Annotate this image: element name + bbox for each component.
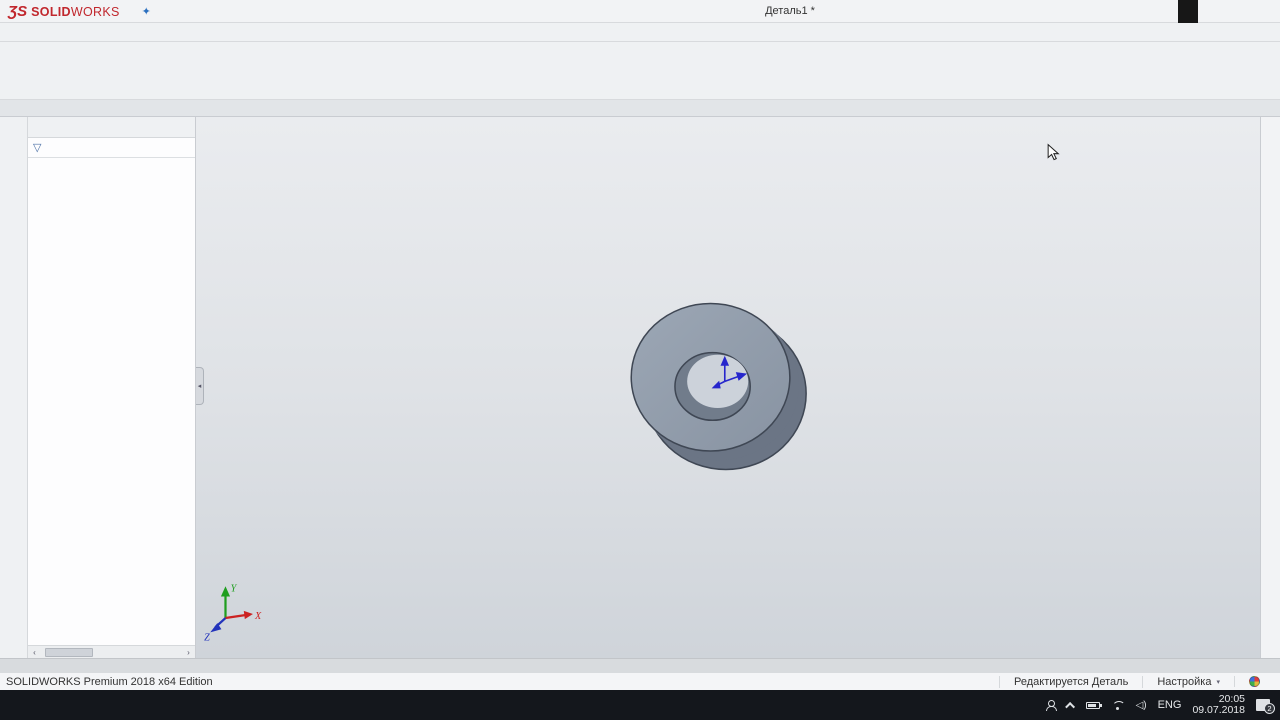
screen-recorder-bar [1178, 0, 1198, 23]
task-pane-tab-strip [1260, 117, 1280, 658]
tray-expand-chevron-icon[interactable] [1065, 701, 1075, 711]
wifi-icon[interactable] [1111, 701, 1125, 710]
left-flyout-toolbars [0, 117, 28, 658]
main-area: ▽ ‹ › [0, 117, 1280, 658]
feature-tree [28, 158, 195, 645]
command-manager-tabs [0, 100, 1280, 117]
config-dropdown-arrow: ▾ [1216, 678, 1220, 686]
mouse-cursor [1048, 145, 1058, 160]
pin-menubar-icon[interactable]: ✦ [134, 5, 159, 18]
3d-viewport-canvas[interactable]: Y X Z [196, 117, 1280, 658]
filter-funnel-icon: ▽ [33, 141, 41, 154]
battery-icon[interactable] [1086, 702, 1100, 709]
language-indicator[interactable]: ENG [1158, 699, 1182, 711]
status-right: Редактируется Деталь Настройка▾ [999, 676, 1274, 688]
svg-text:X: X [254, 611, 262, 622]
model-animation-tabs [0, 658, 1280, 673]
solidworks-logo: ƷSSOLIDWORKS [0, 3, 134, 20]
notification-center-icon[interactable]: 2 [1256, 699, 1270, 711]
status-edition-text: SOLIDWORKS Premium 2018 x64 Edition [6, 676, 213, 688]
windows-taskbar: ◁) ENG 20:05 09.07.2018 2 [0, 690, 1280, 720]
svg-text:Y: Y [231, 583, 238, 594]
panel-horizontal-scrollbar[interactable]: ‹ › [28, 645, 195, 658]
solidworks-window: ƷSSOLIDWORKS ✦ Деталь1 * ▽ ‹ › [0, 0, 1280, 720]
status-globe[interactable] [1234, 676, 1274, 687]
scroll-left-arrow[interactable]: ‹ [28, 648, 41, 657]
titlebar: ƷSSOLIDWORKS ✦ Деталь1 * [0, 0, 1280, 23]
volume-icon[interactable]: ◁) [1136, 700, 1147, 711]
filter-input[interactable] [46, 142, 190, 153]
feature-tree-filter: ▽ [28, 138, 195, 158]
panel-splitter-handle[interactable]: ◂ [196, 367, 204, 405]
scrollbar-thumb[interactable] [45, 648, 93, 657]
corner-reference-triad: Y X Z [204, 583, 262, 643]
status-bar: SOLIDWORKS Premium 2018 x64 Edition Реда… [0, 673, 1280, 690]
clock[interactable]: 20:05 09.07.2018 [1192, 694, 1245, 716]
graphics-viewport[interactable]: Y X Z ◂ [196, 117, 1280, 658]
system-tray: ◁) ENG 20:05 09.07.2018 2 [1045, 694, 1280, 716]
feature-manager-panel: ▽ ‹ › [28, 117, 196, 658]
status-mode: Редактируется Деталь [999, 676, 1142, 688]
notification-badge: 2 [1264, 703, 1275, 714]
people-icon[interactable] [1045, 700, 1057, 711]
tools-toolbar [0, 23, 1280, 42]
document-title: Деталь1 * [700, 5, 880, 17]
tray-date: 09.07.2018 [1192, 705, 1245, 716]
feature-manager-tabs [28, 117, 195, 138]
configuration-selector[interactable]: Настройка▾ [1142, 676, 1234, 688]
command-manager-ribbon [0, 42, 1280, 100]
svg-text:Z: Z [204, 633, 210, 644]
scroll-right-arrow[interactable]: › [182, 648, 195, 657]
status-sphere-icon [1249, 676, 1260, 687]
ds-logo-mark: ƷS [8, 3, 27, 20]
scrollbar-track[interactable] [41, 646, 182, 658]
